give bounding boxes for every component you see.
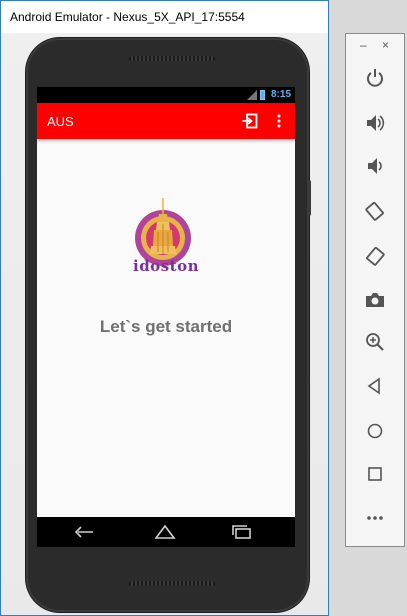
headline: Let`s get started <box>99 317 233 336</box>
navigation-bar <box>37 517 295 547</box>
minimize-button[interactable]: – <box>360 38 367 52</box>
signal-icon <box>247 90 257 100</box>
overview-icon <box>368 467 382 481</box>
phone-frame: 8:15 AUS idoston Let`s get started <box>26 38 311 612</box>
power-icon <box>367 69 383 87</box>
main-content: idoston Let`s get started <box>37 139 295 517</box>
overflow-menu-icon[interactable] <box>275 113 283 129</box>
back-icon <box>367 377 380 395</box>
window-titlebar[interactable]: Android Emulator - Nexus_5X_API_17:5554 <box>1 1 328 33</box>
status-bar: 8:15 <box>37 87 295 103</box>
bottom-speaker <box>129 581 215 586</box>
volume-up-button[interactable] <box>360 108 390 138</box>
home-icon <box>367 423 383 439</box>
top-speaker <box>129 56 215 61</box>
more-icon <box>367 516 383 520</box>
power-button[interactable] <box>360 63 390 93</box>
nav-back-icon[interactable] <box>73 524 95 540</box>
login-icon[interactable] <box>242 113 258 129</box>
more-button[interactable] <box>360 503 390 533</box>
emulator-window: Android Emulator - Nexus_5X_API_17:5554 … <box>0 0 329 616</box>
battery-icon <box>260 90 265 100</box>
side-button <box>307 180 311 216</box>
logo-text: idoston <box>133 257 199 275</box>
volume-up-icon <box>367 115 385 131</box>
screenshot-button[interactable] <box>360 285 390 315</box>
back-button[interactable] <box>360 371 390 401</box>
close-button[interactable]: × <box>382 38 389 52</box>
overview-button[interactable] <box>360 459 390 489</box>
zoom-icon <box>366 333 384 351</box>
camera-icon <box>366 293 384 307</box>
nav-home-icon[interactable] <box>154 524 176 540</box>
volume-down-icon <box>368 158 382 174</box>
zoom-button[interactable] <box>360 327 390 357</box>
rotate-left-button[interactable] <box>360 196 390 226</box>
volume-down-button[interactable] <box>360 151 390 181</box>
emulator-toolbar: – × <box>345 33 405 547</box>
rotate-right-icon <box>366 246 385 266</box>
status-time: 8:15 <box>270 89 291 100</box>
rotate-left-icon <box>365 201 384 221</box>
window-title: Android Emulator - Nexus_5X_API_17:5554 <box>10 10 245 24</box>
rotate-right-button[interactable] <box>360 241 390 271</box>
device-screen[interactable]: 8:15 AUS idoston Let`s get started <box>37 87 295 547</box>
app-toolbar: AUS <box>37 103 295 139</box>
app-title: AUS <box>47 114 74 129</box>
home-button[interactable] <box>360 416 390 446</box>
nav-recents-icon[interactable] <box>231 524 253 540</box>
